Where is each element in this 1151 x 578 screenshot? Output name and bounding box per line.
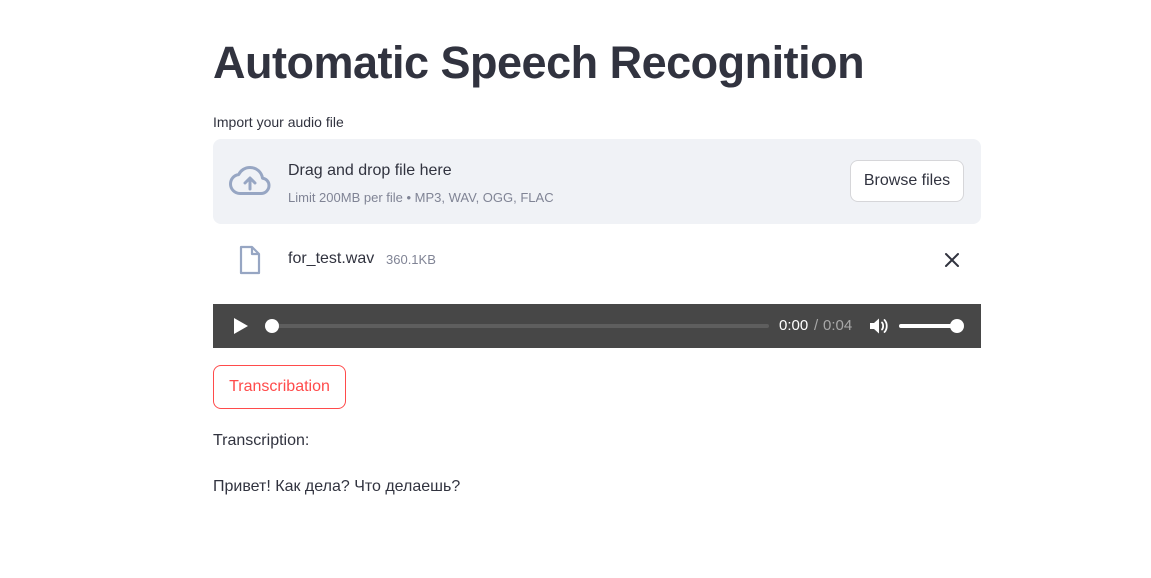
transcription-label: Transcription:	[213, 432, 310, 449]
dropzone-title: Drag and drop file here	[288, 162, 452, 179]
file-name: for_test.wav	[288, 250, 375, 267]
volume-icon[interactable]	[869, 317, 889, 335]
file-dropzone[interactable]: Drag and drop file here Limit 200MB per …	[213, 139, 981, 224]
play-icon[interactable]	[232, 317, 250, 335]
page-title: Automatic Speech Recognition	[213, 37, 865, 88]
transcription-text: Привет! Как дела? Что делаешь?	[213, 478, 461, 495]
volume-slider-track[interactable]	[899, 319, 964, 333]
transcribe-button[interactable]: Transcribation	[213, 365, 346, 409]
uploader-label: Import your audio file	[213, 114, 344, 130]
audio-player: 0:00 / 0:04	[213, 304, 981, 348]
app-page: Automatic Speech Recognition Import your…	[0, 0, 1151, 578]
audio-current-time: 0:00	[779, 317, 809, 334]
audio-total-time: 0:04	[823, 317, 853, 334]
audio-time-separator: /	[814, 317, 819, 334]
audio-progress-track[interactable]	[265, 319, 769, 333]
file-icon	[239, 245, 261, 275]
volume-slider-thumb[interactable]	[950, 319, 964, 333]
uploaded-file-row: for_test.wav 360.1KB	[213, 240, 981, 280]
volume-slider-fill	[899, 324, 957, 328]
close-icon[interactable]	[941, 249, 963, 271]
audio-progress-thumb[interactable]	[265, 319, 279, 333]
file-size: 360.1KB	[386, 252, 436, 267]
cloud-upload-icon	[229, 166, 271, 195]
browse-files-button[interactable]: Browse files	[850, 160, 964, 202]
dropzone-limit-text: Limit 200MB per file • MP3, WAV, OGG, FL…	[288, 190, 554, 205]
